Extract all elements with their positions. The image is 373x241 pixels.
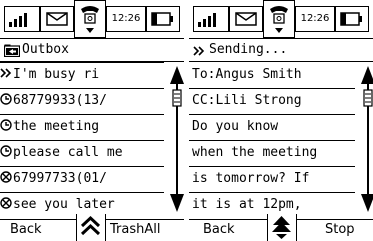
softkey-bar: Back TrashAll	[0, 214, 184, 241]
clock-time: 12:26	[295, 6, 335, 32]
back-softkey[interactable]: Back	[203, 220, 235, 241]
scroll-down-arrow-icon	[170, 194, 184, 212]
navigation-key[interactable]	[267, 214, 297, 241]
stop-softkey[interactable]: Stop	[325, 220, 355, 241]
list-item-text: 67997733(01/	[13, 171, 107, 186]
softkey-bar: Back Stop	[189, 214, 373, 241]
list-item[interactable]: the meeting	[0, 114, 160, 140]
title-bar: Outbox	[0, 38, 184, 62]
list-item[interactable]: I'm busy ri	[0, 62, 160, 88]
sending-screen: 12:26 Sending... To:Angus Smith CC:Lili …	[189, 0, 373, 241]
failed-icon	[0, 197, 12, 209]
navigation-key[interactable]	[76, 214, 106, 241]
clock-icon	[0, 145, 12, 157]
page-title: Outbox	[22, 42, 69, 57]
signal-strength-icon	[193, 6, 229, 32]
recipient-to: To:Angus Smith	[192, 67, 302, 82]
list-item[interactable]: please call me	[0, 140, 160, 166]
double-chevron-icon	[193, 43, 205, 64]
list-item-text: 68779933(13/	[13, 93, 107, 108]
battery-icon	[146, 6, 180, 32]
status-bar: 12:26	[0, 0, 184, 38]
clock-icon	[0, 119, 12, 131]
page-title: Sending...	[209, 42, 288, 57]
double-chevron-icon	[0, 67, 12, 79]
message-line: Do you know	[192, 119, 279, 134]
mail-icon	[229, 6, 263, 32]
list-item[interactable]: 68779933(13/	[0, 88, 160, 114]
scroll-up-arrow-icon	[361, 66, 373, 84]
recipient-cc: CC:Lili Strong	[192, 93, 302, 108]
scroll-down-arrow-icon	[361, 194, 373, 212]
scroll-up-arrow-icon	[170, 66, 184, 84]
scrollbar[interactable]	[168, 64, 184, 214]
clock-time: 12:26	[106, 6, 146, 32]
battery-icon	[335, 6, 369, 32]
trash-all-softkey[interactable]: TrashAll	[110, 220, 160, 241]
message-line: when the meeting	[192, 145, 318, 160]
mail-icon	[40, 6, 74, 32]
failed-icon	[0, 171, 12, 183]
list-item-text: I'm busy ri	[13, 67, 100, 82]
list-item[interactable]: 67997733(01/	[0, 166, 160, 192]
signal-strength-icon	[4, 6, 40, 32]
list-item-text: please call me	[13, 145, 123, 160]
back-softkey[interactable]: Back	[10, 220, 42, 241]
outbox-screen: 12:26 Outbox I'm busy ri 68779933(13/ th…	[0, 0, 184, 241]
outbox-folder-icon	[3, 43, 21, 64]
scrollbar[interactable]	[359, 64, 373, 214]
message-line: is tomorrow? If	[192, 171, 310, 186]
phone-icon[interactable]	[74, 0, 106, 38]
list-item-text: see you later	[13, 197, 115, 212]
phone-icon[interactable]	[263, 0, 295, 38]
title-bar: Sending...	[189, 38, 373, 62]
status-bar: 12:26	[189, 0, 373, 38]
list-item-text: the meeting	[13, 119, 100, 134]
clock-icon	[0, 93, 12, 105]
